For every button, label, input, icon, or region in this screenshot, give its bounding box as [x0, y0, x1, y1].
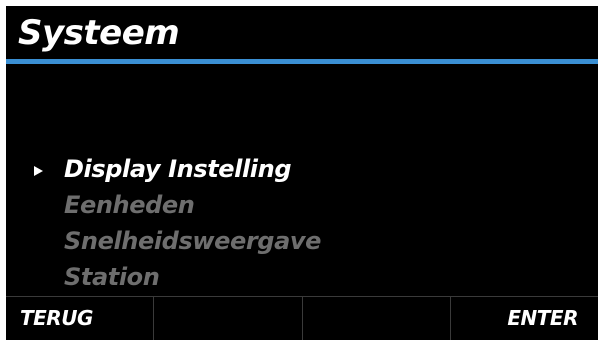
- title-divider: [6, 59, 598, 64]
- softkey-2[interactable]: [154, 297, 303, 340]
- menu-item-label: Eenheden: [64, 191, 195, 219]
- back-softkey[interactable]: TERUG: [6, 297, 155, 340]
- triangle-right-icon: [34, 166, 43, 176]
- menu-item-label: Station: [64, 263, 160, 291]
- menu-item-eenheden[interactable]: Eenheden: [6, 188, 598, 224]
- title-bar: Systeem: [6, 6, 598, 64]
- menu-item-label: Snelheidsweergave: [64, 227, 321, 255]
- device-screen: Systeem Display Instelling Eenheden Snel…: [6, 6, 598, 340]
- menu-item-snelheidsweergave[interactable]: Snelheidsweergave: [6, 224, 598, 260]
- screen-title: Systeem: [18, 13, 180, 53]
- menu-item-label: Display Instelling: [64, 155, 292, 183]
- enter-softkey-label: ENTER: [507, 306, 578, 330]
- menu-list: Display Instelling Eenheden Snelheidswee…: [6, 152, 598, 296]
- enter-softkey[interactable]: ENTER: [451, 297, 598, 340]
- menu-item-display-instelling[interactable]: Display Instelling: [6, 152, 598, 188]
- softkey-bar: TERUG ENTER: [6, 296, 598, 340]
- softkey-3[interactable]: [303, 297, 451, 340]
- menu-item-station[interactable]: Station: [6, 260, 598, 296]
- back-softkey-label: TERUG: [20, 306, 93, 330]
